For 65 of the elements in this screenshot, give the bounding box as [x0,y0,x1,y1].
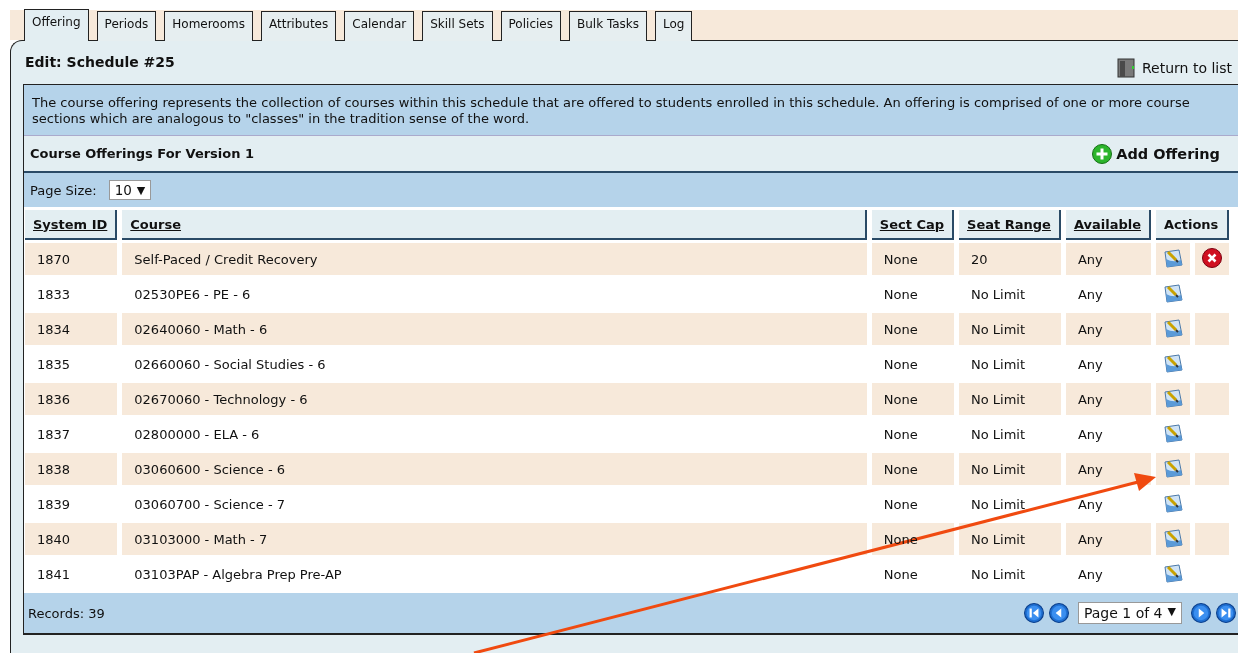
tab[interactable]: Homerooms [164,11,253,41]
column-header-link[interactable]: Seat Range [967,216,1051,232]
table-cell: Self-Paced / Credit Recovery [122,243,867,275]
edit-icon[interactable] [1162,526,1184,549]
edit-icon[interactable] [1162,316,1184,339]
table-cell: 1870 [25,243,118,275]
page-size-label: Page Size: [30,182,97,198]
column-header-link[interactable]: System ID [33,216,108,232]
table-cell: 1838 [25,453,118,485]
column-header: Actions [1156,210,1229,240]
table-cell: None [871,383,955,415]
table-cell: None [871,313,955,345]
table-cell: Any [1065,383,1151,415]
column-header-link[interactable]: Course [130,216,181,232]
edit-icon[interactable] [1162,491,1184,514]
prev-page-icon[interactable] [1048,603,1069,623]
table-cell: 1836 [25,383,118,415]
table-cell: None [871,453,955,485]
door-icon[interactable] [1116,58,1136,78]
table-cell: 03103000 - Math - 7 [122,523,867,555]
table-cell: No Limit [959,453,1061,485]
table-cell: Any [1065,523,1151,555]
tab[interactable]: Periods [96,11,157,41]
table-cell: 02670060 - Technology - 6 [122,383,867,415]
table-cell: No Limit [959,313,1061,345]
table-cell: 20 [959,243,1061,275]
table-cell: None [871,243,955,275]
tab[interactable]: Log [655,11,693,41]
tab[interactable]: Skill Sets [422,11,493,41]
first-page-icon[interactable] [1023,603,1044,623]
delete-icon[interactable] [1202,247,1222,268]
tab[interactable]: Offering [24,9,89,41]
edit-icon[interactable] [1162,246,1184,269]
add-offering-button[interactable]: Add Offering [1092,143,1220,164]
column-header-link[interactable]: Available [1073,216,1141,232]
records-count: Records: 39 [28,605,105,621]
last-page-icon[interactable] [1216,603,1236,623]
tab[interactable]: Bulk Tasks [568,11,648,41]
tab[interactable]: Policies [500,11,561,41]
table-cell: 1834 [25,313,118,345]
tab[interactable]: Attributes [261,11,337,41]
next-page-icon[interactable] [1191,603,1211,623]
plus-icon [1092,143,1113,164]
table-cell: No Limit [959,383,1061,415]
page-title: Edit: Schedule #25 [25,54,175,70]
page-size-select[interactable]: 10 ▼ [108,180,152,200]
table-cell: Any [1065,243,1151,275]
table-cell: 02640060 - Math - 6 [122,313,867,345]
column-header-link[interactable]: Sect Cap [879,216,945,232]
description-text: The course offering represents the collection of courses within this schedule that are offered to students enrolled in this schedule. An offering is comprised of one or more course sections which are analogous to "classes" in the tradition sense of the word. [24,85,1238,136]
table-cell: Any [1065,453,1151,485]
page-select[interactable]: Page 1 of 4 ▼ [1077,602,1182,624]
table-cell: Any [1065,313,1151,345]
edit-icon[interactable] [1162,386,1184,409]
edit-icon[interactable] [1162,351,1184,374]
return-link[interactable]: Return to list [1142,60,1232,76]
table-cell: 03060600 - Science - 6 [122,453,867,485]
table-cell: 1840 [25,523,118,555]
edit-icon[interactable] [1162,456,1184,479]
edit-icon[interactable] [1162,421,1184,444]
edit-icon[interactable] [1162,281,1184,304]
section-title: Course Offerings For Version 1 [30,146,255,161]
tab[interactable]: Calendar [344,11,415,41]
edit-icon[interactable] [1162,561,1184,584]
table-cell: No Limit [959,523,1061,555]
